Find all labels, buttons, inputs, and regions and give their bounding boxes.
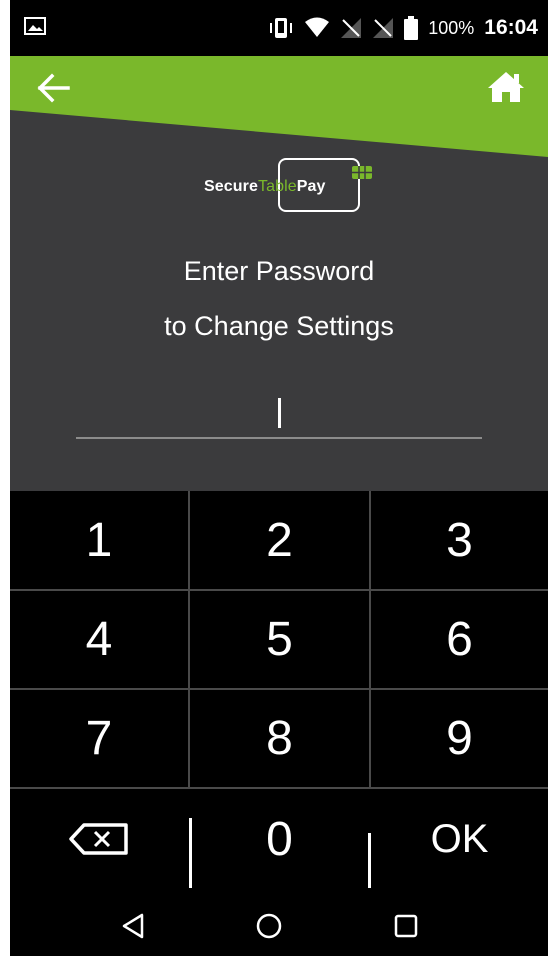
header-accent-band — [10, 56, 548, 157]
key-3[interactable]: 3 — [371, 491, 548, 589]
prompt-line-2: to Change Settings — [164, 311, 394, 341]
backspace-button[interactable] — [10, 789, 188, 889]
password-field[interactable] — [76, 437, 482, 439]
key-5[interactable]: 5 — [190, 591, 369, 688]
wifi-icon — [305, 17, 330, 37]
no-signal-icon — [373, 18, 394, 38]
chip-icon — [352, 166, 372, 179]
back-triangle-icon[interactable] — [118, 910, 150, 942]
logo-secure-text: Secure — [204, 178, 258, 195]
text-cursor — [278, 398, 281, 428]
backspace-icon — [69, 823, 128, 855]
home-circle-icon[interactable] — [253, 910, 285, 942]
key-1[interactable]: 1 — [10, 491, 188, 589]
recents-square-icon[interactable] — [390, 910, 422, 942]
key-9[interactable]: 9 — [371, 690, 548, 787]
logo-wordmark: SecureTablePay — [204, 178, 326, 196]
securetablepay-logo: SecureTablePay — [204, 158, 372, 214]
status-bar: 100% 16:04 — [10, 0, 548, 56]
ok-button[interactable]: OK — [371, 789, 548, 889]
key-6[interactable]: 6 — [371, 591, 548, 688]
back-button[interactable] — [34, 68, 78, 108]
prompt-line-1: Enter Password — [183, 256, 375, 286]
header-panel: SecureTablePay Enter Password to Change … — [10, 56, 548, 491]
logo-pay-text: Pay — [296, 178, 326, 195]
password-prompt: Enter Password to Change Settings — [10, 244, 548, 354]
vibrate-icon — [270, 18, 293, 38]
system-nav-bar — [10, 896, 548, 956]
image-notification-icon — [24, 17, 46, 35]
key-8[interactable]: 8 — [190, 690, 369, 787]
home-button[interactable] — [484, 66, 528, 106]
battery-percent: 100% — [428, 17, 475, 38]
clock: 16:04 — [484, 16, 538, 39]
device-screen: 100% 16:04 SecureTablePay Enter Password… — [10, 0, 548, 956]
key-2[interactable]: 2 — [190, 491, 369, 589]
logo-table-text: Table — [257, 178, 297, 195]
key-7[interactable]: 7 — [10, 690, 188, 787]
no-signal-icon — [341, 18, 362, 38]
status-icons: 100% 16:04 — [268, 14, 538, 42]
arrow-left-icon — [37, 73, 70, 103]
battery-icon — [404, 16, 419, 40]
key-4[interactable]: 4 — [10, 591, 188, 688]
key-0[interactable]: 0 — [190, 789, 369, 889]
numeric-keypad: 1 2 3 4 5 6 7 8 9 0 OK — [10, 491, 548, 889]
home-icon — [488, 72, 524, 102]
